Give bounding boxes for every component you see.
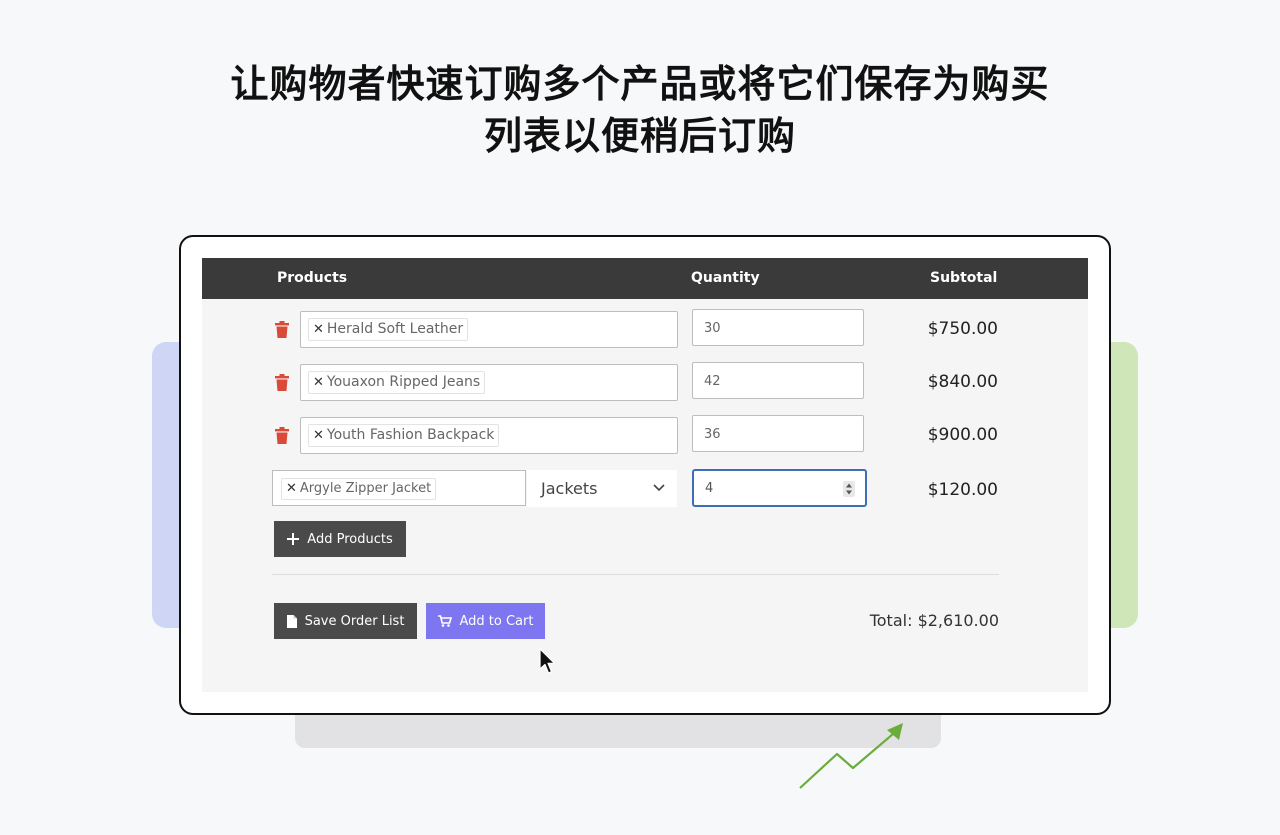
quick-order-card: Products Quantity Subtotal ✕ Herald Soft … [179, 235, 1111, 715]
total-value: $2,610.00 [917, 611, 999, 630]
quantity-input[interactable]: 36 [692, 415, 864, 452]
product-tag: ✕ Herald Soft Leather [308, 318, 469, 341]
close-icon[interactable]: ✕ [313, 428, 324, 443]
table-header: Products Quantity Subtotal [202, 258, 1088, 299]
product-field[interactable]: ✕ Herald Soft Leather [300, 311, 678, 348]
new-product-row: ✕ Argyle Zipper Jacket Jackets 4 $120.00 [202, 469, 1088, 510]
headline-line-1: 让购物者快速订购多个产品或将它们保存为购买 [230, 62, 1050, 106]
category-select[interactable]: Jackets [527, 470, 677, 507]
save-order-list-label: Save Order List [304, 613, 405, 629]
quantity-input[interactable]: 30 [692, 309, 864, 346]
product-name: Argyle Zipper Jacket [299, 481, 432, 496]
document-icon [286, 614, 297, 628]
headline-line-2: 列表以便稍后订购 [483, 114, 796, 158]
trash-icon[interactable] [274, 374, 290, 392]
trash-icon[interactable] [274, 321, 290, 339]
growth-arrow-icon [799, 723, 903, 789]
headline: 让购物者快速订购多个产品或将它们保存为购买 列表以便稍后订购 [0, 58, 1280, 162]
chevron-down-icon [653, 484, 665, 492]
table-row: ✕ Herald Soft Leather 30 $750.00 [202, 309, 1088, 351]
trash-icon[interactable] [274, 427, 290, 445]
header-quantity: Quantity [691, 270, 760, 286]
cart-icon [437, 615, 452, 627]
save-order-list-button[interactable]: Save Order List [274, 603, 417, 639]
category-value: Jackets [541, 479, 598, 498]
quantity-input[interactable]: 42 [692, 362, 864, 399]
add-to-cart-label: Add to Cart [459, 613, 534, 629]
close-icon[interactable]: ✕ [286, 481, 297, 496]
row-subtotal: $120.00 [927, 480, 998, 500]
product-tag: ✕ Youaxon Ripped Jeans [308, 371, 486, 394]
quantity-stepper[interactable]: 4 [692, 469, 867, 507]
table-row: ✕ Youth Fashion Backpack 36 $900.00 [202, 415, 1088, 457]
product-name: Herald Soft Leather [326, 321, 464, 337]
add-to-cart-button[interactable]: Add to Cart [426, 603, 545, 639]
header-subtotal: Subtotal [930, 270, 998, 286]
product-name: Youaxon Ripped Jeans [326, 374, 481, 390]
row-subtotal: $750.00 [927, 319, 998, 339]
divider [272, 574, 999, 575]
product-name: Youth Fashion Backpack [326, 427, 495, 443]
header-products: Products [277, 270, 348, 286]
row-subtotal: $900.00 [927, 425, 998, 445]
cursor-icon [539, 648, 556, 674]
plus-icon [287, 533, 300, 545]
close-icon[interactable]: ✕ [313, 375, 324, 390]
spinner-arrows-icon[interactable] [843, 481, 855, 497]
total-label: Total: [869, 611, 913, 630]
product-field[interactable]: ✕ Youth Fashion Backpack [300, 417, 678, 454]
quick-order-panel: Products Quantity Subtotal ✕ Herald Soft … [202, 258, 1088, 692]
row-subtotal: $840.00 [927, 372, 998, 392]
new-product-field[interactable]: ✕ Argyle Zipper Jacket [272, 470, 526, 506]
table-row: ✕ Youaxon Ripped Jeans 42 $840.00 [202, 362, 1088, 404]
product-tag: ✕ Argyle Zipper Jacket [281, 478, 437, 500]
quantity-value: 4 [705, 481, 714, 496]
product-field[interactable]: ✕ Youaxon Ripped Jeans [300, 364, 678, 401]
order-total: Total: $2,610.00 [802, 611, 999, 630]
add-products-label: Add Products [307, 531, 393, 547]
product-tag: ✕ Youth Fashion Backpack [308, 424, 500, 447]
add-products-button[interactable]: Add Products [274, 521, 406, 557]
close-icon[interactable]: ✕ [313, 322, 324, 337]
